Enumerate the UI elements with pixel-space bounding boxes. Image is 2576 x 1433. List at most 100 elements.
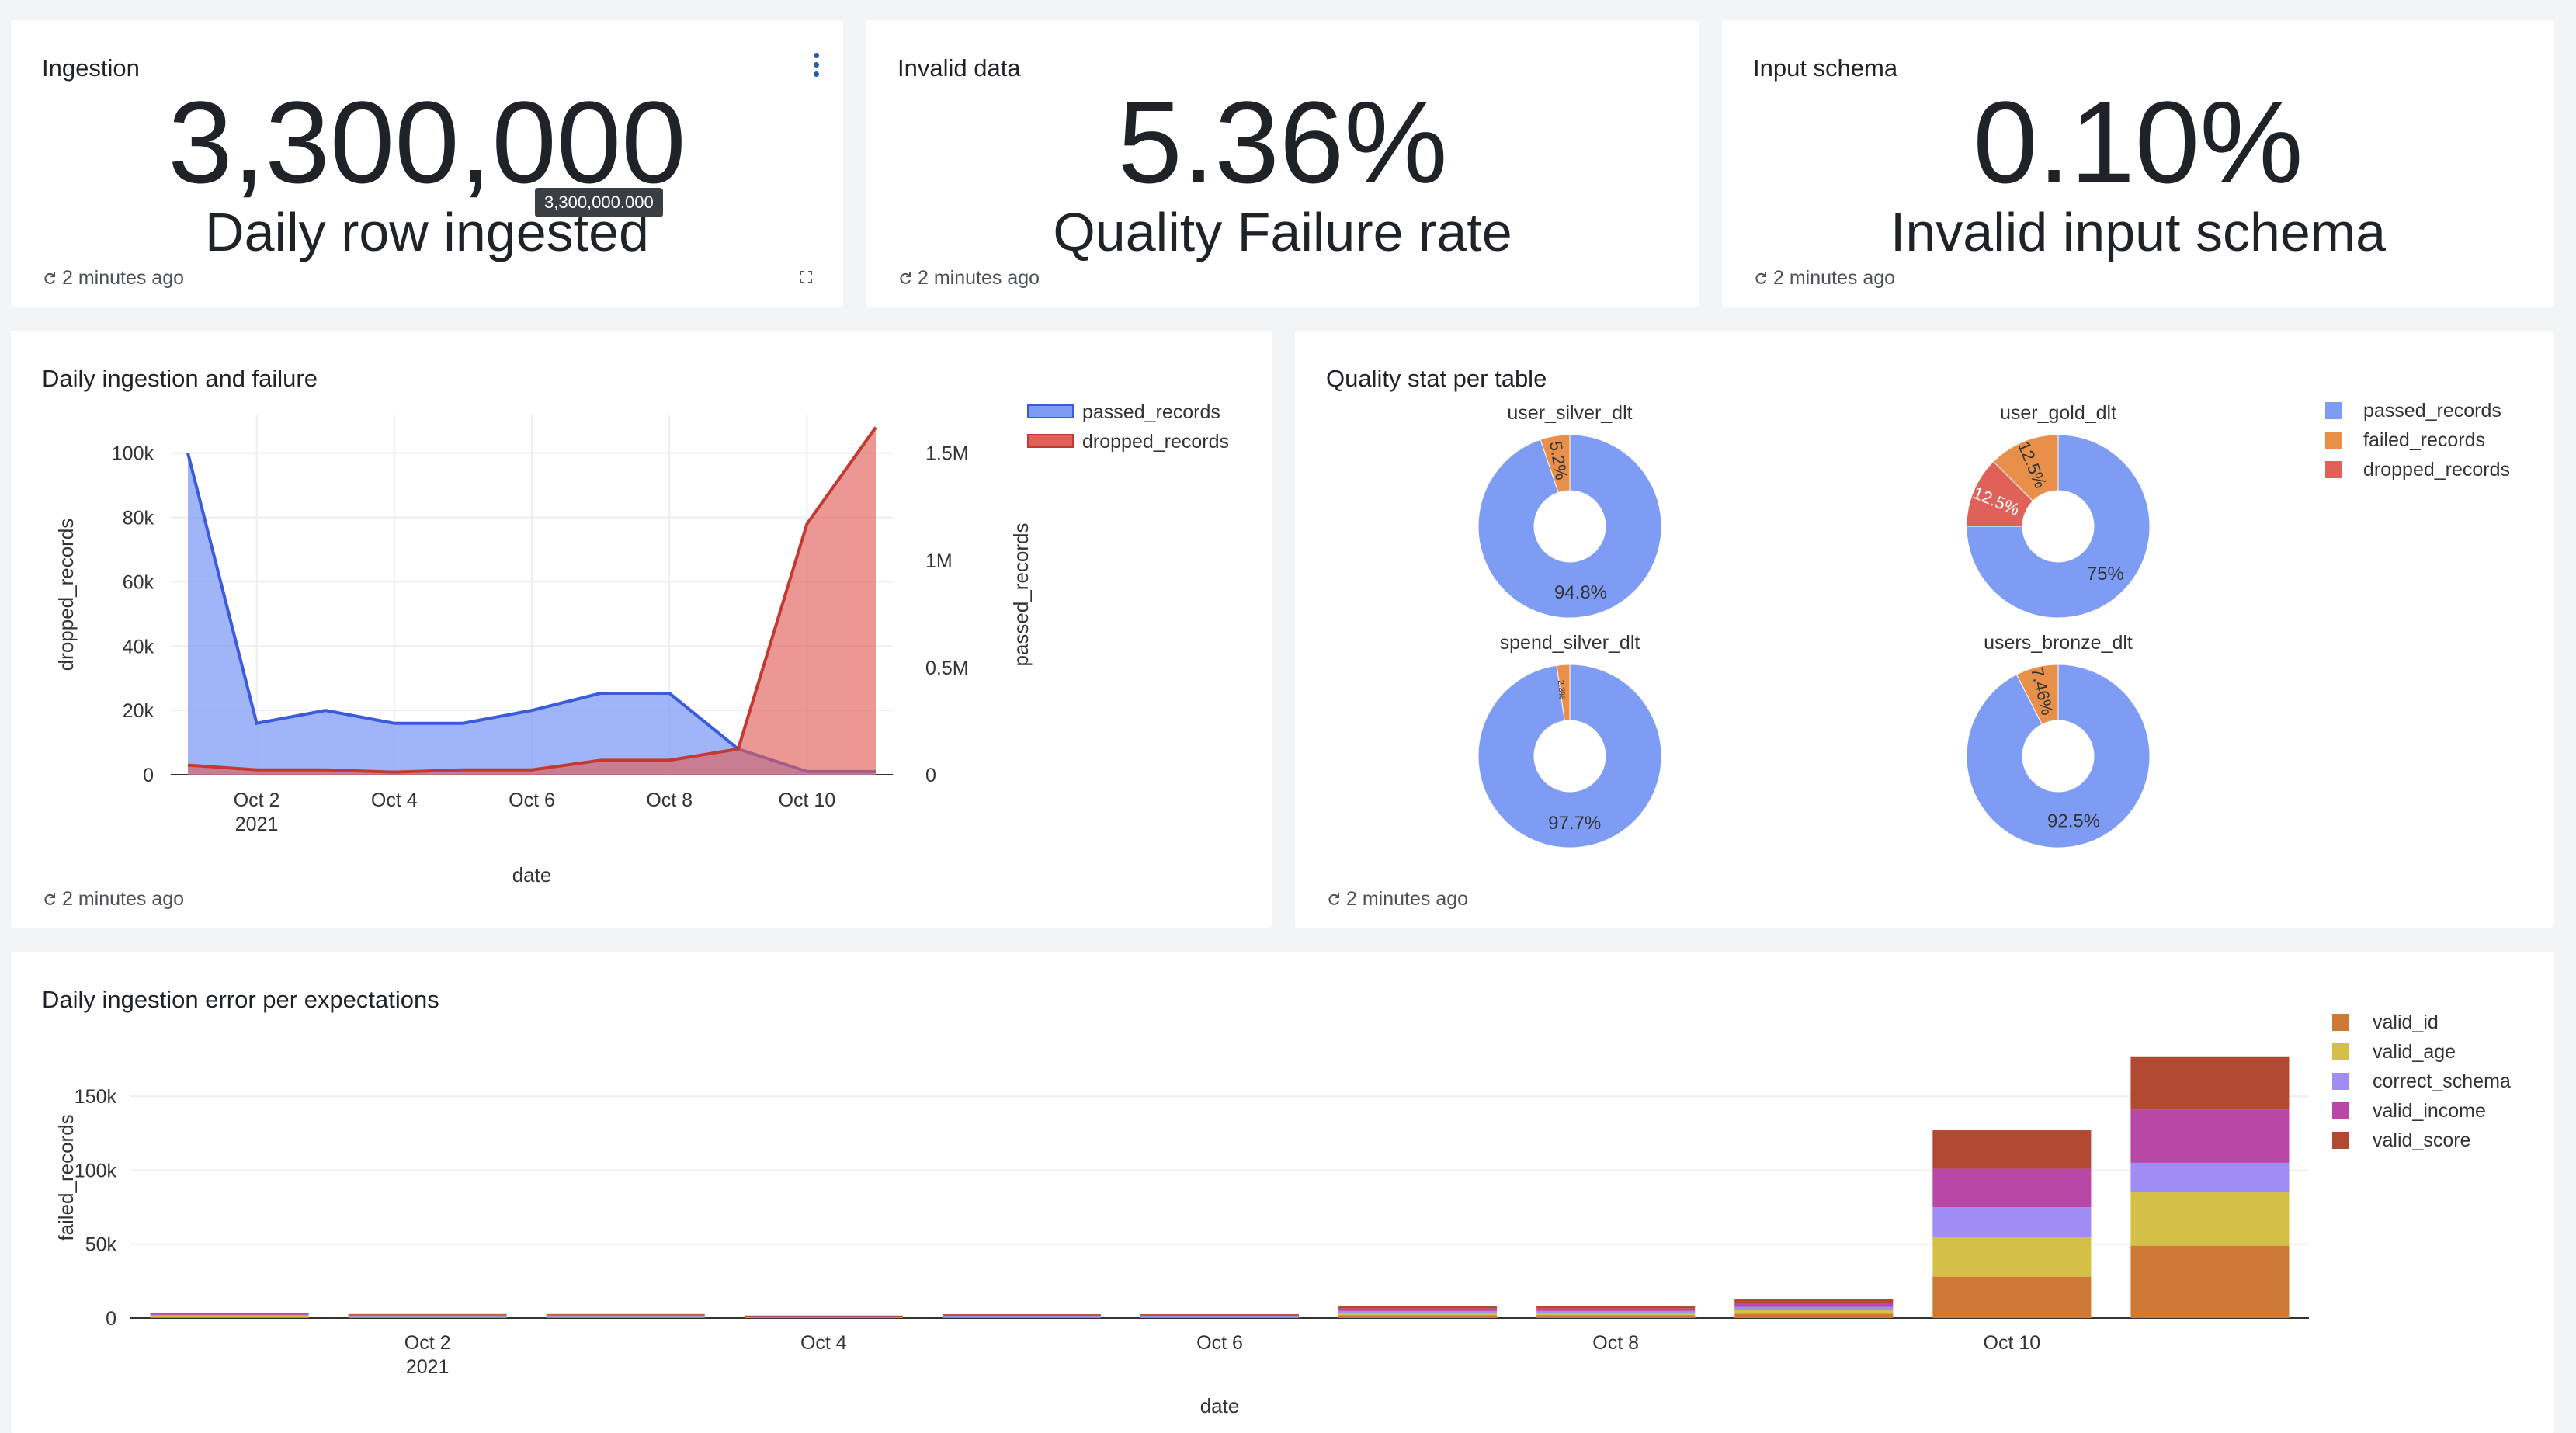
- legend-swatch: [2325, 402, 2342, 419]
- legend-swatch: [1027, 404, 1074, 418]
- refresh-icon: [44, 272, 55, 284]
- bar-valid_id: [942, 1317, 1101, 1318]
- y-left-tick-label: 60k: [123, 571, 154, 593]
- bar-correct_schema: [348, 1315, 507, 1317]
- bar-valid_income: [2130, 1109, 2290, 1163]
- y-left-axis-label: dropped_records: [54, 519, 78, 671]
- bar-valid_id: [1338, 1315, 1498, 1318]
- bar-correct_schema: [546, 1315, 705, 1317]
- x-axis-label: date: [1200, 1394, 1240, 1417]
- pie-label: 94.8%: [1554, 582, 1607, 603]
- counter-card-invalid-data: Invalid data 5.36% Quality Failure rate …: [866, 20, 1699, 307]
- y-right-tick-label: 0.5M: [925, 658, 969, 679]
- legend-swatch: [1027, 434, 1074, 448]
- y-tick-label: 100k: [75, 1160, 117, 1181]
- kebab-menu-icon[interactable]: [814, 53, 820, 79]
- x-tick-label: Oct 4: [800, 1332, 847, 1354]
- bar-valid_score: [942, 1314, 1101, 1316]
- card-title: Input schema: [1753, 54, 1898, 82]
- bar-correct_schema: [2130, 1162, 2290, 1193]
- pie-label: 97.7%: [1548, 813, 1601, 834]
- bar-valid_income: [1338, 1308, 1498, 1311]
- refresh-text: 2 minutes ago: [918, 267, 1040, 289]
- bar-valid_income: [1932, 1168, 2092, 1208]
- bar-valid_score: [2130, 1056, 2290, 1110]
- legend-label: passed_records: [2363, 400, 2501, 422]
- x-tick-label: Oct 8: [646, 789, 693, 811]
- refresh-status[interactable]: 2 minutes ago: [42, 267, 184, 290]
- pie-title: user_silver_dlt: [1507, 402, 1632, 424]
- refresh-icon: [1328, 893, 1339, 905]
- bar-valid_income: [1140, 1314, 1300, 1316]
- legend-label: correct_schema: [2373, 1070, 2511, 1092]
- bar-correct_schema: [150, 1314, 309, 1316]
- refresh-status[interactable]: 2 minutes ago: [897, 267, 1040, 290]
- refresh-text: 2 minutes ago: [62, 888, 185, 910]
- counter-card-ingestion: Ingestion 3,300,000 Daily row ingested 3…: [11, 20, 843, 307]
- bar-valid_score: [1932, 1130, 2092, 1169]
- bar-valid_income: [150, 1313, 309, 1315]
- bar-valid_score: [1734, 1299, 1894, 1303]
- bar-valid_age: [1338, 1312, 1498, 1316]
- legend-label: valid_id: [2373, 1011, 2439, 1033]
- legend-swatch: [2332, 1014, 2349, 1031]
- card-title: Ingestion: [42, 54, 140, 82]
- bar-valid_id: [2130, 1245, 2290, 1318]
- bar-valid_score: [348, 1313, 507, 1315]
- refresh-text: 2 minutes ago: [62, 267, 185, 289]
- pie-label: 75%: [2087, 564, 2124, 585]
- bar-valid_age: [1932, 1237, 2092, 1277]
- bar-valid_income: [1734, 1303, 1894, 1307]
- bar-valid_id: [1140, 1317, 1300, 1318]
- refresh-text: 2 minutes ago: [1346, 888, 1469, 910]
- pie-label: 2.3%: [1556, 680, 1567, 700]
- y-tick-label: 0: [106, 1308, 116, 1330]
- counter-value: 0.10%: [1973, 77, 2303, 207]
- bar-valid_id: [1932, 1276, 2092, 1318]
- stacked-bar-chart[interactable]: 0 50k 100k 150k Oct 22021 Oct 4 Oct 6 Oct 8 Oct …: [11, 952, 2554, 1433]
- bar-correct_schema: [1932, 1207, 2092, 1237]
- pie-charts[interactable]: user_silver_dlt94.8%5.2%user_gold_dlt75%…: [1295, 331, 2554, 928]
- bar-valid_id: [546, 1317, 705, 1318]
- y-axis-label: failed_records: [54, 1114, 78, 1240]
- bar-correct_schema: [1140, 1315, 1300, 1317]
- bar-valid_score: [1338, 1306, 1498, 1309]
- counter-value: 3,300,000: [168, 77, 686, 207]
- pie-title: spend_silver_dlt: [1500, 632, 1640, 654]
- bar-valid_income: [348, 1314, 507, 1316]
- y-right-tick-label: 0: [925, 765, 936, 786]
- legend-swatch: [2332, 1043, 2349, 1060]
- y-left-tick-label: 80k: [123, 508, 154, 529]
- area-chart[interactable]: 0 20k 40k 60k 80k 100k 0 0.5M 1M 1.5M Oct 2 2021 Oct…: [11, 331, 1272, 928]
- bar-valid_age: [1536, 1312, 1696, 1316]
- bar-valid_id: [1536, 1315, 1696, 1318]
- counter-label: Quality Failure rate: [1053, 202, 1512, 262]
- y-right-tick-label: 1.5M: [925, 443, 969, 465]
- legend-label: failed_records: [2363, 429, 2485, 451]
- refresh-status[interactable]: 2 minutes ago: [42, 888, 184, 911]
- card-title: Invalid data: [897, 54, 1021, 82]
- bar-valid_age: [1734, 1310, 1894, 1314]
- refresh-icon: [44, 893, 55, 905]
- legend-swatch: [2332, 1132, 2349, 1149]
- bar-correct_schema: [1536, 1310, 1696, 1313]
- pie-title: users_bronze_dlt: [1984, 632, 2133, 654]
- legend-label: passed_records: [1082, 401, 1220, 423]
- y-right-axis-label: passed_records: [1009, 523, 1033, 667]
- x-tick-label: Oct 10: [1984, 1332, 2041, 1354]
- legend-label: valid_income: [2373, 1100, 2486, 1122]
- refresh-status[interactable]: 2 minutes ago: [1326, 888, 1468, 911]
- y-tick-label: 150k: [75, 1086, 117, 1108]
- legend-label: valid_score: [2373, 1129, 2470, 1151]
- pie-title: user_gold_dlt: [2000, 402, 2116, 424]
- x-tick-label: Oct 6: [1196, 1332, 1243, 1354]
- refresh-status[interactable]: 2 minutes ago: [1753, 267, 1895, 290]
- panel-error-per-expectation: Daily ingestion error per expectations 0…: [11, 952, 2554, 1433]
- bar-valid_income: [942, 1314, 1101, 1316]
- counter-label: Daily row ingested: [205, 202, 649, 262]
- legend-label: valid_age: [2373, 1041, 2456, 1063]
- expand-icon[interactable]: [800, 271, 812, 283]
- bar-valid_income: [546, 1314, 705, 1316]
- refresh-text: 2 minutes ago: [1773, 267, 1896, 289]
- counter-label: Invalid input schema: [1890, 202, 2387, 262]
